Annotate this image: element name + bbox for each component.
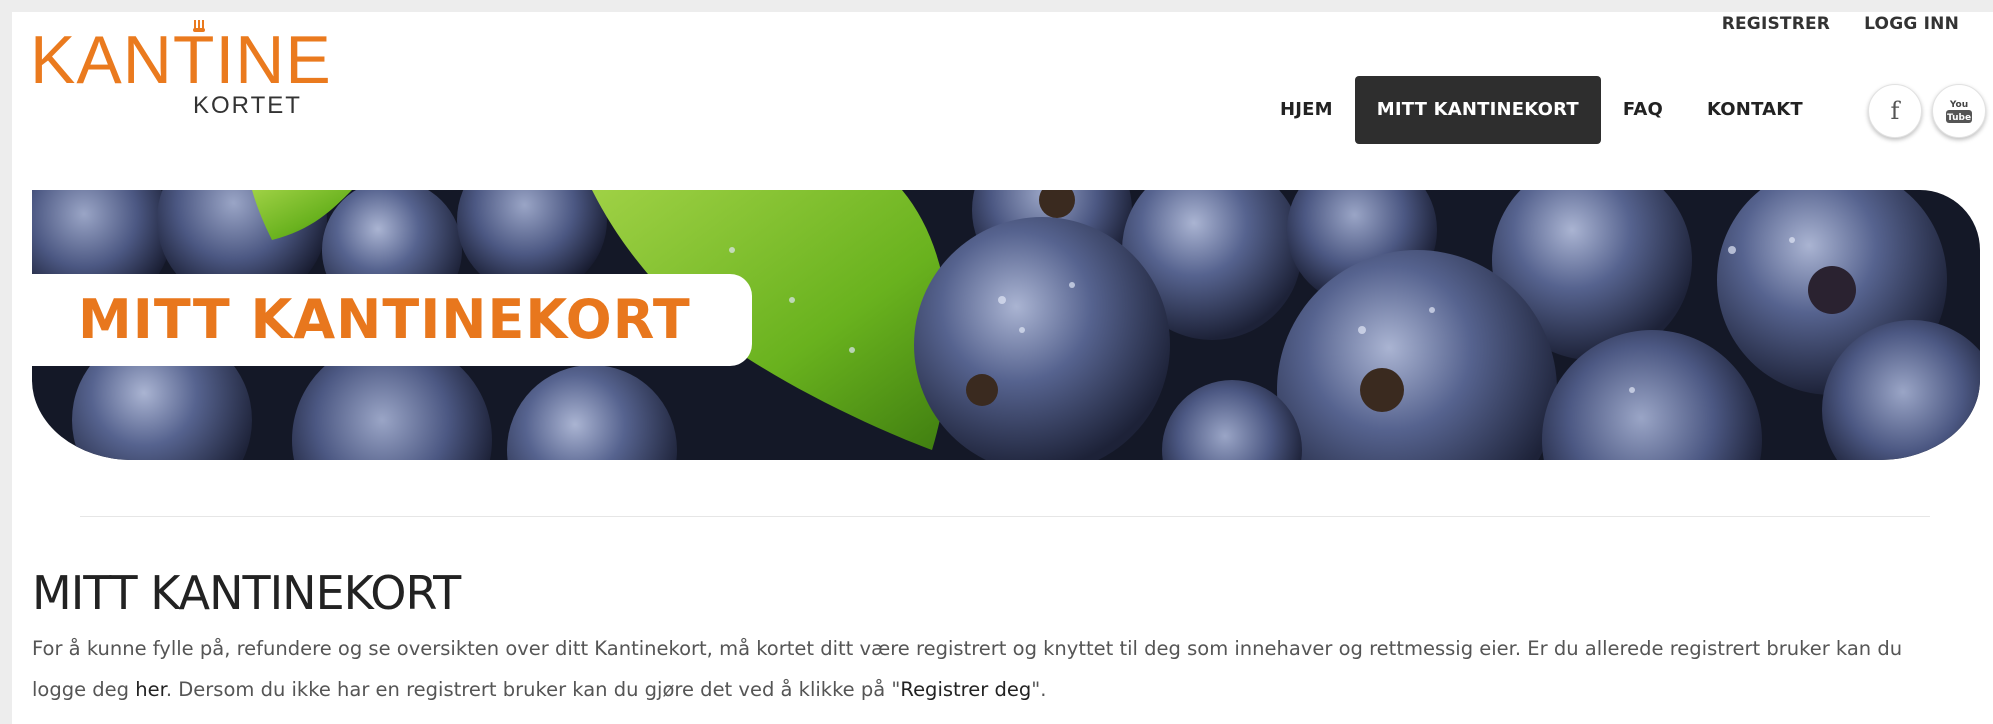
main-nav: HJEM MITT KANTINEKORT FAQ KONTAKT bbox=[1258, 76, 1825, 144]
login-link[interactable]: LOGG INN bbox=[1864, 14, 1959, 34]
page: KANTINE KORTET REGISTRER LOGG INN HJEM M… bbox=[0, 0, 1993, 724]
logo-wordmark: KANTINE bbox=[30, 22, 332, 98]
facebook-icon: f bbox=[1890, 97, 1900, 125]
social-links: f You Tube bbox=[1868, 84, 1986, 138]
youtube-button[interactable]: You Tube bbox=[1932, 84, 1986, 138]
divider bbox=[80, 516, 1930, 517]
utility-links: REGISTRER LOGG INN bbox=[1722, 14, 1959, 34]
svg-text:You: You bbox=[1949, 100, 1968, 110]
facebook-button[interactable]: f bbox=[1868, 84, 1922, 138]
nav-item-hjem[interactable]: HJEM bbox=[1258, 76, 1355, 144]
intro-paragraph: For å kunne fylle på, refundere og se ov… bbox=[32, 628, 1962, 710]
window-edge-left bbox=[0, 0, 12, 724]
nav-item-faq[interactable]: FAQ bbox=[1601, 76, 1685, 144]
hero-banner: MITT KANTINEKORT bbox=[32, 190, 1980, 460]
register-link[interactable]: REGISTRER bbox=[1722, 14, 1830, 34]
nav-item-mitt-kantinekort[interactable]: MITT KANTINEKORT bbox=[1354, 76, 1601, 144]
logo-subtitle: KORTET bbox=[193, 92, 302, 119]
page-title: MITT KANTINEKORT bbox=[32, 566, 461, 620]
svg-text:Tube: Tube bbox=[1947, 113, 1971, 123]
youtube-icon: You Tube bbox=[1946, 100, 1972, 123]
login-here-link[interactable]: her bbox=[135, 678, 166, 701]
intro-text-3: ". bbox=[1031, 678, 1047, 701]
intro-text-2: . Dersom du ikke har en registrert bruke… bbox=[165, 678, 901, 701]
nav-item-kontakt[interactable]: KONTAKT bbox=[1685, 76, 1825, 144]
register-link-inline[interactable]: Registrer deg bbox=[900, 678, 1031, 701]
site-logo[interactable]: KANTINE KORTET bbox=[30, 20, 331, 120]
banner-title: MITT KANTINEKORT bbox=[78, 288, 691, 351]
window-edge-top bbox=[0, 0, 1993, 12]
banner-label: MITT KANTINEKORT bbox=[32, 274, 752, 366]
